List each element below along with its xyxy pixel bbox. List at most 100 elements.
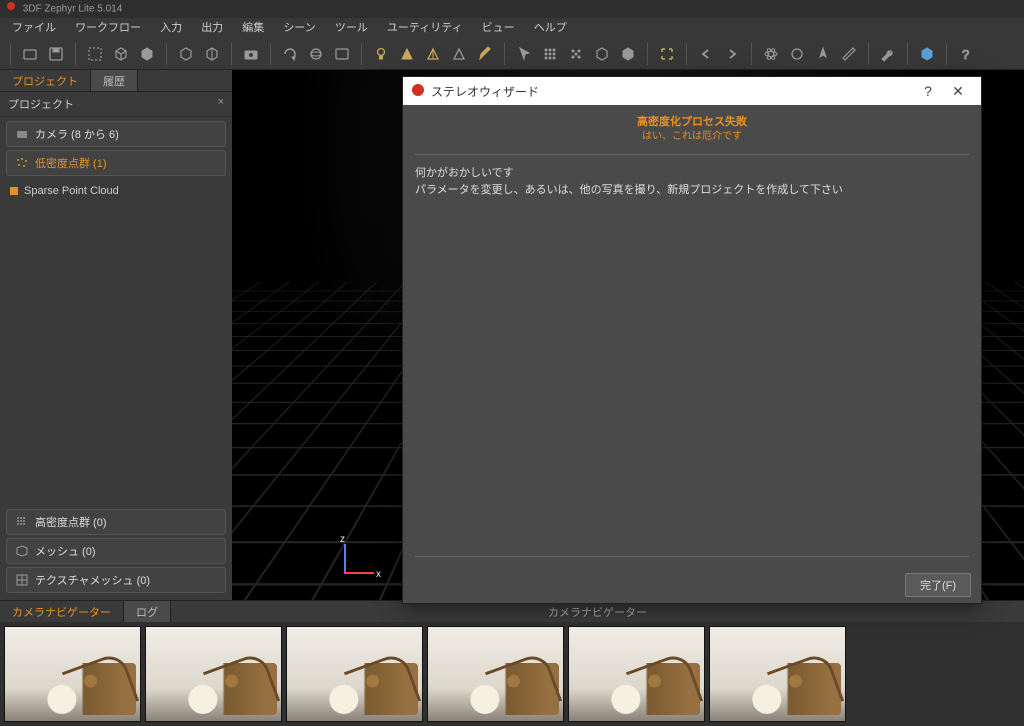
app-title: 3DF Zephyr Lite 5.014	[23, 4, 123, 15]
undo-icon[interactable]	[695, 43, 717, 65]
tab-history[interactable]: 履歴	[91, 70, 138, 91]
menu-file[interactable]: ファイル	[4, 18, 64, 38]
mesh-tree-icon	[15, 544, 29, 558]
triangle1-icon[interactable]	[396, 43, 418, 65]
dense-tree-icon	[15, 515, 29, 529]
status-square-icon	[10, 187, 18, 195]
dialog-title-bar[interactable]: ステレオウィザード ? ✕	[403, 77, 981, 105]
tree-sparse-label: 低密度点群 (1)	[35, 155, 107, 171]
box-blue-icon[interactable]	[916, 43, 938, 65]
camera-navigator	[0, 622, 1024, 726]
finish-button[interactable]: 完了(F)	[905, 573, 971, 597]
btab-camnav[interactable]: カメラナビゲーター	[0, 601, 124, 622]
sparse-status-row[interactable]: Sparse Point Cloud	[0, 183, 232, 199]
dialog-body2: パラメータを変更し、あるいは、他の写真を撮り、新規プロジェクトを作成して下さい	[415, 182, 969, 199]
svg-text:?: ?	[962, 47, 969, 62]
triangle3-icon[interactable]	[448, 43, 470, 65]
refresh-icon[interactable]	[279, 43, 301, 65]
thumbnail[interactable]	[4, 626, 141, 722]
menu-edit[interactable]: 編集	[234, 18, 272, 38]
brush-icon[interactable]	[474, 43, 496, 65]
tree-cameras[interactable]: カメラ (8 から 6)	[6, 121, 226, 147]
thumbnail[interactable]	[427, 626, 564, 722]
orbit-icon[interactable]	[305, 43, 327, 65]
menu-help[interactable]: ヘルプ	[526, 18, 575, 38]
dialog-head2: はい、これは厄介です	[415, 130, 969, 144]
nav-icon[interactable]	[812, 43, 834, 65]
help-icon[interactable]: ?	[955, 43, 977, 65]
project-tree-bottom: 高密度点群 (0) メッシュ (0) テクスチャメッシュ (0)	[0, 505, 232, 600]
cube-solid-icon[interactable]	[136, 43, 158, 65]
btab-center-label: カメラナビゲーター	[171, 601, 1024, 622]
tree-mesh-label: メッシュ (0)	[35, 543, 96, 559]
panel-title: プロジェクト	[8, 96, 74, 112]
dialog-sep2	[415, 556, 969, 557]
tree-dense[interactable]: 高密度点群 (0)	[6, 509, 226, 535]
dialog-head1: 高密度化プロセス失敗	[415, 115, 969, 130]
side-tabs: プロジェクト 履歴	[0, 70, 232, 92]
triangle2-icon[interactable]	[422, 43, 444, 65]
camera-icon[interactable]	[240, 43, 262, 65]
tab-project[interactable]: プロジェクト	[0, 70, 91, 91]
side-panel: プロジェクト 履歴 プロジェクト × カメラ (8 から 6) 低密度点群 (1…	[0, 70, 232, 600]
menu-input[interactable]: 入力	[152, 18, 190, 38]
dialog-message: 何かがおかしいです パラメータを変更し、あるいは、他の写真を撮り、新規プロジェク…	[415, 165, 969, 546]
dialog-body1: 何かがおかしいです	[415, 165, 969, 182]
dialog-app-icon	[411, 83, 425, 100]
sparse-status-label: Sparse Point Cloud	[24, 185, 119, 197]
dialog-help-icon[interactable]: ?	[913, 83, 943, 99]
tree-mesh[interactable]: メッシュ (0)	[6, 538, 226, 564]
brackets-icon[interactable]	[656, 43, 678, 65]
axis-z-label: z	[340, 534, 345, 545]
circle-icon[interactable]	[786, 43, 808, 65]
ruler-icon[interactable]	[838, 43, 860, 65]
menu-view[interactable]: ビュー	[474, 18, 523, 38]
dialog-sep	[415, 154, 969, 155]
thumbnail[interactable]	[709, 626, 846, 722]
project-tree-top: カメラ (8 から 6) 低密度点群 (1)	[0, 117, 232, 183]
stereo-wizard-dialog: ステレオウィザード ? ✕ 高密度化プロセス失敗 はい、これは厄介です 何かがお…	[402, 76, 982, 604]
thumbnail[interactable]	[568, 626, 705, 722]
dialog-body: 高密度化プロセス失敗 はい、これは厄介です 何かがおかしいです パラメータを変更…	[403, 105, 981, 567]
panel-close-icon[interactable]: ×	[218, 96, 224, 112]
menu-output[interactable]: 出力	[193, 18, 231, 38]
thumbnail[interactable]	[145, 626, 282, 722]
menu-tools[interactable]: ツール	[327, 18, 376, 38]
dialog-title: ステレオウィザード	[431, 83, 539, 100]
menu-utility[interactable]: ユーティリティ	[379, 18, 471, 38]
dialog-close-icon[interactable]: ✕	[943, 83, 973, 100]
dialog-heading: 高密度化プロセス失敗 はい、これは厄介です	[415, 115, 969, 144]
panel-header: プロジェクト ×	[0, 92, 232, 117]
cube4-icon[interactable]	[591, 43, 613, 65]
dots2-icon[interactable]	[565, 43, 587, 65]
menu-scene[interactable]: シーン	[275, 18, 323, 38]
menu-bar: ファイル ワークフロー 入力 出力 編集 シーン ツール ユーティリティ ビュー…	[0, 18, 1024, 38]
app-icon	[6, 0, 16, 18]
camera-tree-icon	[15, 127, 29, 141]
thumbnail[interactable]	[286, 626, 423, 722]
wrench-icon[interactable]	[877, 43, 899, 65]
cursor-icon[interactable]	[513, 43, 535, 65]
toolbar: ?	[0, 38, 1024, 70]
cube-wire-icon[interactable]	[110, 43, 132, 65]
redo-icon[interactable]	[721, 43, 743, 65]
tree-texmesh-label: テクスチャメッシュ (0)	[35, 572, 150, 588]
sparse-tree-icon	[15, 156, 29, 170]
select-icon[interactable]	[84, 43, 106, 65]
tree-sparse[interactable]: 低密度点群 (1)	[6, 150, 226, 176]
cube2-icon[interactable]	[175, 43, 197, 65]
dialog-footer: 完了(F)	[403, 567, 981, 603]
cube3-icon[interactable]	[201, 43, 223, 65]
tree-dense-label: 高密度点群 (0)	[35, 514, 107, 530]
dots1-icon[interactable]	[539, 43, 561, 65]
atom-icon[interactable]	[760, 43, 782, 65]
cube5-icon[interactable]	[617, 43, 639, 65]
menu-workflow[interactable]: ワークフロー	[67, 18, 149, 38]
open-icon[interactable]	[19, 43, 41, 65]
tree-texmesh[interactable]: テクスチャメッシュ (0)	[6, 567, 226, 593]
bulb-icon[interactable]	[370, 43, 392, 65]
btab-log[interactable]: ログ	[124, 601, 171, 622]
save-icon[interactable]	[45, 43, 67, 65]
image-icon[interactable]	[331, 43, 353, 65]
axes-gizmo: z x	[322, 536, 372, 586]
